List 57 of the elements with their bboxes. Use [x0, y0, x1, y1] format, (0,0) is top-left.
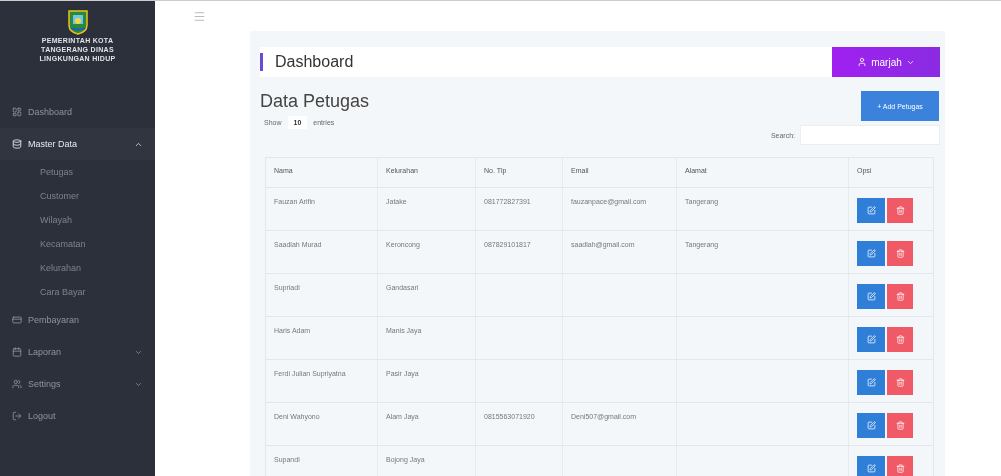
trash-icon: [895, 378, 905, 387]
sidebar-subitem[interactable]: Kelurahan: [0, 256, 155, 280]
trash-icon: [895, 249, 905, 258]
delete-button[interactable]: [887, 413, 913, 438]
user-menu-button[interactable]: marjah: [832, 47, 940, 77]
edit-button[interactable]: [857, 284, 885, 309]
sidebar-label: Pembayaran: [28, 315, 81, 325]
trash-icon: [895, 335, 905, 344]
emblem-logo: [66, 9, 89, 35]
delete-button[interactable]: [887, 198, 913, 223]
sidebar-label: Master Data: [28, 139, 79, 149]
delete-button[interactable]: [887, 327, 913, 352]
sidebar-item[interactable]: Logout: [0, 400, 155, 432]
edit-button[interactable]: [857, 370, 885, 395]
database-icon: [12, 139, 22, 149]
card-icon: [12, 315, 22, 325]
edit-icon: [866, 378, 876, 387]
sidebar-label: Dashboard: [28, 107, 74, 117]
edit-icon: [866, 335, 876, 344]
trash-icon: [895, 421, 905, 430]
menu-icon[interactable]: [193, 9, 206, 23]
edit-icon: [866, 249, 876, 258]
trash-icon: [895, 206, 905, 215]
edit-icon: [866, 206, 876, 215]
edit-button[interactable]: [857, 241, 885, 266]
delete-button[interactable]: [887, 284, 913, 309]
sidebar-item[interactable]: Master Data: [0, 128, 155, 160]
user-icon: [857, 57, 868, 67]
sidebar-item[interactable]: Pembayaran: [0, 304, 155, 336]
sidebar-subitem[interactable]: Customer: [0, 184, 155, 208]
edit-button[interactable]: [857, 198, 885, 223]
delete-button[interactable]: [887, 456, 913, 476]
edit-button[interactable]: [857, 327, 885, 352]
users-icon: [12, 379, 22, 389]
delete-button[interactable]: [887, 241, 913, 266]
calendar-icon: [12, 347, 22, 357]
sidebar-label: Laporan: [28, 347, 63, 357]
trash-icon: [895, 292, 905, 301]
edit-button[interactable]: [857, 456, 885, 476]
sidebar-item[interactable]: Settings: [0, 368, 155, 400]
logout-icon: [12, 411, 22, 421]
edit-icon: [866, 421, 876, 430]
sidebar-subitem[interactable]: Kecamatan: [0, 232, 155, 256]
edit-icon: [866, 292, 876, 301]
sidebar-item[interactable]: Dashboard: [0, 96, 155, 128]
trash-icon: [895, 464, 905, 473]
sidebar-subitem[interactable]: Wilayah: [0, 208, 155, 232]
page-title: Data Petugas: [260, 91, 370, 112]
sidebar-label: Settings: [28, 379, 62, 389]
sidebar-subitem[interactable]: Cara Bayar: [0, 280, 155, 304]
delete-button[interactable]: [887, 370, 913, 395]
edit-button[interactable]: [857, 413, 885, 438]
dashboard-icon: [12, 107, 22, 117]
edit-icon: [866, 464, 876, 473]
sidebar-item[interactable]: Laporan: [0, 336, 155, 368]
sidebar-subitem[interactable]: Petugas: [0, 160, 155, 184]
sidebar-label: Logout: [28, 411, 57, 421]
